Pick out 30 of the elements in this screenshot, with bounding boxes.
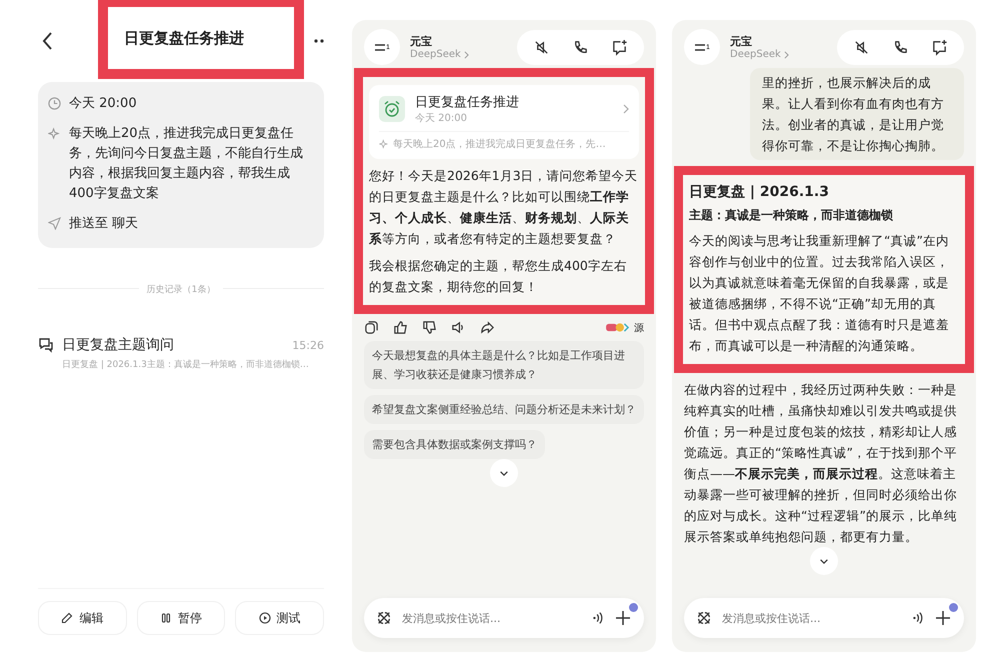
- assistant-name: 元宝: [730, 34, 753, 49]
- task-title: 日更复盘任务推进: [124, 28, 244, 48]
- article-topic: 主题：真诚是一种策略，而非道德枷锁: [689, 207, 894, 224]
- suggestion-chip[interactable]: 需要包含具体数据或案例支撑吗？: [364, 430, 545, 459]
- assistant-name: 元宝: [410, 34, 433, 49]
- article-heading: 日更复盘 | 2026.1.3: [689, 183, 830, 201]
- action-button[interactable]: 暂停: [136, 601, 226, 635]
- action-button[interactable]: 编辑: [38, 601, 127, 635]
- source-link[interactable]: 源: [634, 320, 644, 334]
- task-prompt: 每天晚上20点，推进我完成日更复盘任务，先询问今日复盘主题，不能自行生成内容，根据我回复主题内容，帮我生成400字复盘文案: [69, 125, 304, 203]
- suggestion-chip[interactable]: 今天最想复盘的具体主题是什么？比如是工作项目进展、学习收获还是健康习惯养成？: [364, 341, 644, 389]
- task-title: 日更复盘任务推进: [415, 94, 519, 111]
- message-text: 在做内容的过程中，我经历过两种失败：一种是纯粹真实的吐槽，虽痛快却难以引发共鸣或提供价值；另一种是过度包装的炫技，精彩却让人感觉疏远。真正的“策略性真诚”，在于找到那个平衡点——不展示完美，而展示过程。这意味着主动暴露一些可被理解的挫折，但同时必须给出你的应对与成长。这种“过程逻辑”的展示，比单纯展示答案或单纯抱怨问题，都更有力量。: [684, 381, 958, 546]
- schedule-time: 今天 20:00: [69, 95, 137, 113]
- history-item[interactable]: 日更复盘主题询问 15:26 日更复盘 | 2026.1.3主题：真诚是一种策略，而非道德枷锁…: [38, 336, 324, 371]
- task-card[interactable]: 日更复盘任务推进 今天 20:00 每天晚上20点，推进我完成日更复盘任务，先…: [369, 85, 639, 159]
- action-button[interactable]: 测试: [235, 601, 324, 635]
- menu-button[interactable]: 1: [364, 29, 400, 65]
- message-text: 我会根据您确定的主题，帮您生成400字左右的复盘文案，期待您的回复！: [369, 257, 628, 296]
- suggestion-chip[interactable]: 希望复盘文案侧重经验总结、问题分析还是未来计划？: [364, 395, 644, 424]
- message-text: 今天的阅读与思考让我重新理解了“真诚”在内容创作与创业中的位置。过去我常陷入误区，以为真诚就意味着毫无保留的自我暴露，或是被道德感捆绑，不得不说“正确”却无用的真话。但书中观点点醒了我：道德有时只是遮羞布，而真诚可以是一种清醒的沟通策略。: [689, 232, 950, 355]
- task-summary: 每天晚上20点，推进我完成日更复盘任务，先…: [393, 138, 606, 151]
- message-input[interactable]: 发消息或按住说话...: [720, 610, 902, 626]
- history-label: 历史记录（1条）: [138, 283, 224, 296]
- menu-button[interactable]: 1: [684, 29, 720, 65]
- message-input[interactable]: 发消息或按住说话...: [400, 610, 582, 626]
- user-message: 里的挫折，也展示解决后的成果。让人看到你有血有肉也有方法。创业者的真诚，是让用户觉得你可靠，不是让你掏心掏肺。: [750, 68, 964, 160]
- message-text: 您好！今天是2026年1月3日，请问您希望今天的日更复盘主题是什么？比如可以围绕工作学习、个人成长、健康生活、财务规划、人际关系等方向，或者您有特定的主题想要复盘？: [369, 167, 639, 248]
- task-time: 今天 20:00: [415, 112, 468, 125]
- push-target: 推送至 聊天: [69, 215, 138, 233]
